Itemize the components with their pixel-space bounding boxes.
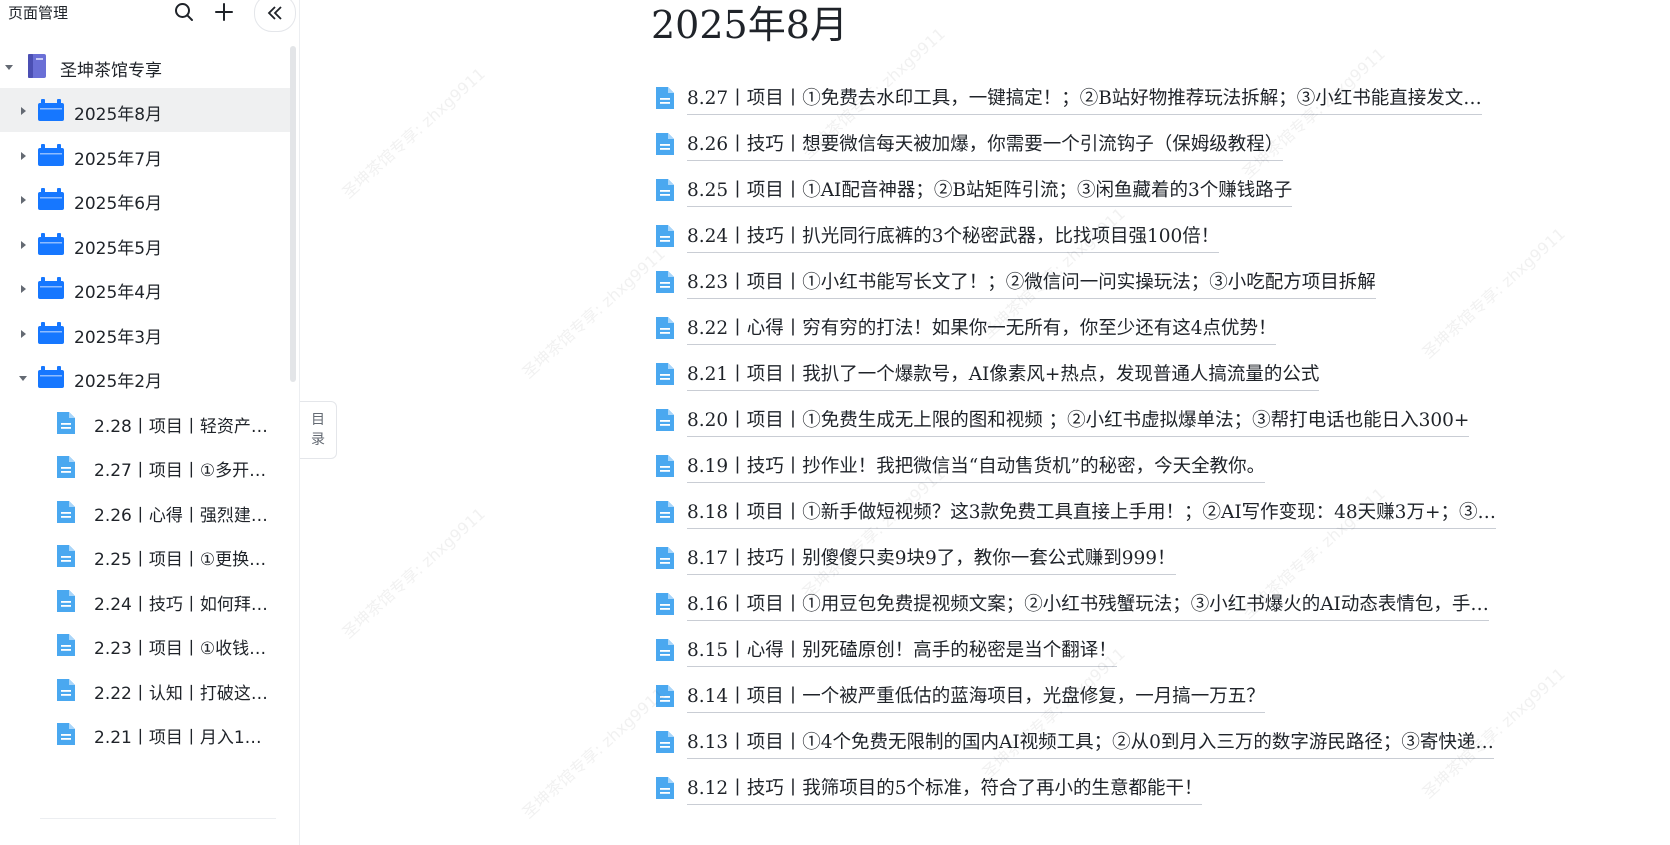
caret-down-icon[interactable] — [17, 372, 29, 384]
document-icon — [655, 638, 675, 666]
document-icon — [56, 500, 76, 528]
document-link-text[interactable]: 8.15丨心得丨别死磕原创！高手的秘密是当个翻译！ — [687, 636, 1117, 667]
folder-icon — [38, 188, 64, 214]
app-window: 页面管理 圣坤茶馆专享 2025年8月 2025年7月 2025年6月 2025… — [0, 0, 1670, 845]
plus-icon[interactable] — [212, 0, 236, 24]
doc-label: 2.25丨项目丨①更换… — [94, 550, 267, 570]
document-link-text[interactable]: 8.18丨项目丨①新手做短视频？这3款免费工具直接上手用！；②AI写作变现：48… — [687, 498, 1496, 529]
document-icon — [56, 544, 76, 572]
document-icon — [655, 132, 675, 160]
folder-icon — [38, 233, 64, 259]
caret-right-icon[interactable] — [17, 283, 29, 295]
caret-right-icon[interactable] — [17, 239, 29, 251]
sidebar-doc-item[interactable]: 2.25丨项目丨①更换… — [0, 533, 290, 577]
sidebar-doc-item[interactable]: 2.21丨项目丨月入1… — [0, 711, 290, 755]
document-icon — [655, 178, 675, 206]
document-link-text[interactable]: 8.21丨项目丨我扒了一个爆款号，AI像素风+热点，发现普通人搞流量的公式 — [687, 360, 1320, 391]
sidebar-scrollbar[interactable] — [290, 46, 296, 382]
document-link-text[interactable]: 8.20丨项目丨①免费生成无上限的图和视频 ；②小红书虚拟爆单法；③帮打电话也能… — [687, 406, 1470, 437]
caret-right-icon[interactable] — [17, 150, 29, 162]
document-icon — [655, 408, 675, 436]
sidebar-doc-item[interactable]: 2.28丨项目丨轻资产… — [0, 400, 290, 444]
sidebar-doc-item[interactable]: 2.22丨认知丨打破这… — [0, 667, 290, 711]
sidebar: 页面管理 圣坤茶馆专享 2025年8月 2025年7月 2025年6月 2025… — [0, 0, 300, 845]
document-link-text[interactable]: 8.26丨技巧丨想要微信每天被加爆，你需要一个引流钩子（保姆级教程） — [687, 130, 1284, 161]
document-link-text[interactable]: 8.23丨项目丨①小红书能写长文了！；②微信问一问实操玩法；③小吃配方项目拆解 — [687, 268, 1376, 299]
document-icon — [655, 592, 675, 620]
sidebar-doc-item[interactable]: 2.24丨技巧丨如何拜… — [0, 578, 290, 622]
document-link-text[interactable]: 8.24丨技巧丨扒光同行底裤的3个秘密武器，比找项目强100倍！ — [687, 222, 1220, 253]
document-icon — [655, 546, 675, 574]
document-link-text[interactable]: 8.16丨项目丨①用豆包免费提视频文案；②小红书残蟹玩法；③小红书爆火的AI动态… — [687, 590, 1489, 621]
document-icon — [655, 776, 675, 804]
folder-label: 2025年8月 — [74, 105, 163, 125]
doc-label: 2.27丨项目丨①多开… — [94, 461, 267, 481]
document-link-text[interactable]: 8.19丨技巧丨抄作业！我把微信当“自动售货机”的秘密，今天全教你。 — [687, 452, 1266, 483]
doc-label: 2.24丨技巧丨如何拜… — [94, 595, 268, 615]
tree-root-label: 圣坤茶馆专享 — [60, 61, 162, 81]
document-icon — [655, 270, 675, 298]
folder-icon — [38, 366, 64, 392]
document-icon — [655, 454, 675, 482]
document-link-text[interactable]: 8.14丨项目丨一个被严重低估的蓝海项目，光盘修复，一月搞一万五？ — [687, 682, 1265, 713]
document-icon — [655, 730, 675, 758]
doc-label: 2.28丨项目丨轻资产… — [94, 417, 268, 437]
document-icon — [56, 411, 76, 439]
sidebar-folder-2025-06[interactable]: 2025年6月 — [0, 177, 290, 221]
sidebar-folder-2025-08[interactable]: 2025年8月 — [0, 88, 290, 132]
folder-icon — [38, 277, 64, 303]
document-icon — [655, 362, 675, 390]
document-icon — [655, 224, 675, 252]
folder-label: 2025年4月 — [74, 283, 163, 303]
caret-down-icon[interactable] — [3, 61, 15, 73]
document-icon — [655, 316, 675, 344]
document-icon — [56, 589, 76, 617]
sidebar-folder-2025-07[interactable]: 2025年7月 — [0, 133, 290, 177]
folder-label: 2025年5月 — [74, 239, 163, 259]
sidebar-folder-2025-04[interactable]: 2025年4月 — [0, 266, 290, 310]
document-link-text[interactable]: 8.13丨项目丨①4个免费无限制的国内AI视频工具；②从0到月入三万的数字游民路… — [687, 728, 1494, 759]
sidebar-folder-2025-03[interactable]: 2025年3月 — [0, 311, 290, 355]
document-icon — [56, 455, 76, 483]
doc-label: 2.21丨项目丨月入1… — [94, 728, 262, 748]
sidebar-title: 页面管理 — [8, 4, 69, 22]
folder-label: 2025年6月 — [74, 194, 163, 214]
document-link-text[interactable]: 8.17丨技巧丨别傻傻只卖9块9了，教你一套公式赚到999！ — [687, 544, 1176, 575]
main-content: 2025年8月 8.27丨项目丨①免费去水印工具，一键搞定！；②B站好物推荐玩法… — [300, 0, 1670, 845]
document-link-text[interactable]: 8.25丨项目丨①AI配音神器；②B站矩阵引流；③闲鱼藏着的3个赚钱路子 — [687, 176, 1293, 207]
sidebar-header: 页面管理 — [0, 0, 299, 32]
document-link-text[interactable]: 8.27丨项目丨①免费去水印工具，一键搞定！；②B站好物推荐玩法拆解；③小红书能… — [687, 84, 1482, 115]
notebook-icon — [26, 53, 48, 83]
document-icon — [56, 678, 76, 706]
doc-label: 2.22丨认知丨打破这… — [94, 684, 268, 704]
sidebar-folder-2025-02[interactable]: 2025年2月 — [0, 355, 290, 399]
page-title: 2025年8月 — [651, 3, 848, 47]
folder-icon — [38, 144, 64, 170]
document-link-text[interactable]: 8.22丨心得丨穷有穷的打法！如果你一无所有，你至少还有这4点优势！ — [687, 314, 1277, 345]
search-icon[interactable] — [172, 0, 196, 24]
folder-icon — [38, 322, 64, 348]
sidebar-divider — [40, 818, 276, 819]
document-icon — [655, 500, 675, 528]
document-link-text[interactable]: 8.12丨技巧丨我筛项目的5个标准，符合了再小的生意都能干！ — [687, 774, 1203, 805]
sidebar-folder-2025-05[interactable]: 2025年5月 — [0, 222, 290, 266]
sidebar-doc-item[interactable]: 2.27丨项目丨①多开… — [0, 444, 290, 488]
folder-label: 2025年3月 — [74, 328, 163, 348]
caret-right-icon[interactable] — [17, 328, 29, 340]
caret-right-icon[interactable] — [17, 105, 29, 117]
document-icon — [56, 633, 76, 661]
doc-label: 2.26丨心得丨强烈建… — [94, 506, 268, 526]
document-icon — [56, 722, 76, 750]
sidebar-doc-item[interactable]: 2.23丨项目丨①收钱… — [0, 622, 290, 666]
folder-icon — [38, 99, 64, 125]
double-chevron-left-icon[interactable] — [254, 0, 296, 32]
sidebar-doc-item[interactable]: 2.26丨心得丨强烈建… — [0, 489, 290, 533]
tree-root-item[interactable]: 圣坤茶馆专享 — [0, 44, 290, 88]
folder-label: 2025年2月 — [74, 372, 163, 392]
folder-label: 2025年7月 — [74, 150, 163, 170]
document-icon — [655, 86, 675, 114]
document-icon — [655, 684, 675, 712]
caret-right-icon[interactable] — [17, 194, 29, 206]
doc-label: 2.23丨项目丨①收钱… — [94, 639, 267, 659]
